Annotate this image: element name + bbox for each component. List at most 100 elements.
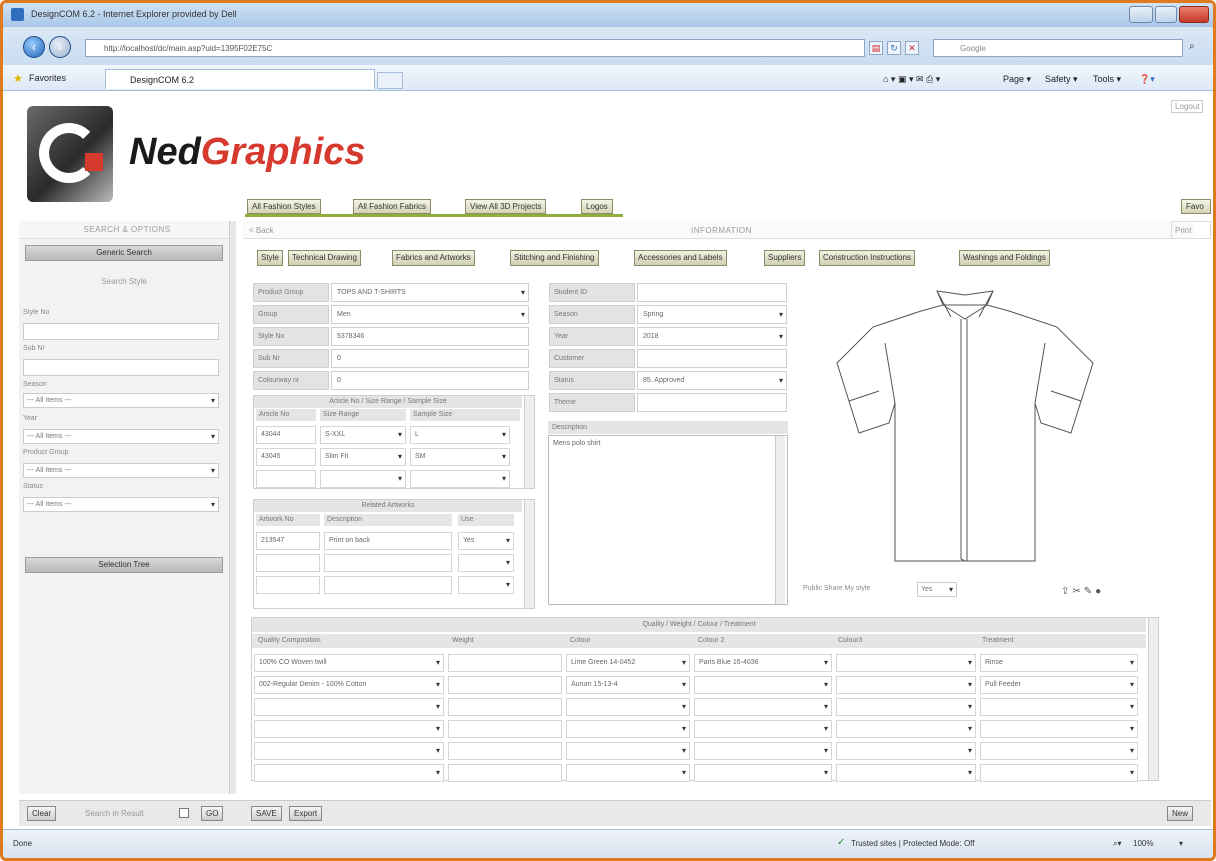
quality-grid-cell[interactable]: [448, 764, 562, 782]
minimize-button[interactable]: [1129, 6, 1153, 23]
quality-grid-cell[interactable]: ▾: [836, 698, 976, 716]
quality-grid-cell[interactable]: ▾: [836, 720, 976, 738]
save-button[interactable]: SAVE: [251, 806, 282, 821]
tab-construction-instructions[interactable]: Construction Instructions: [819, 250, 916, 266]
quality-grid-cell[interactable]: Pull Feeder ▾: [980, 676, 1138, 694]
favorites-label[interactable]: Favorites: [29, 73, 66, 83]
stop-icon[interactable]: ✕: [905, 41, 919, 55]
nav-favorites[interactable]: Favo: [1181, 199, 1211, 214]
clear-button[interactable]: Clear: [27, 806, 57, 821]
sidebar-scrollbar[interactable]: [229, 221, 236, 794]
browser-tab[interactable]: DesignCOM 6.2: [105, 69, 375, 89]
home-icon[interactable]: ⌂ ▾ ▣ ▾ ✉ ⎙ ▾: [883, 74, 940, 85]
quality-grid-cell[interactable]: ▾: [566, 720, 690, 738]
generic-search-button[interactable]: Generic Search: [25, 245, 223, 261]
quality-grid-cell[interactable]: ▾: [254, 698, 444, 716]
grid-cell[interactable]: [256, 576, 320, 594]
tab-technical-drawing[interactable]: Technical Drawing: [288, 250, 361, 266]
quality-grid-cell[interactable]: ▾: [836, 676, 976, 694]
quality-grid-cell[interactable]: ▾: [836, 654, 976, 672]
grid-cell[interactable]: Print on back: [324, 532, 452, 550]
new-button[interactable]: New: [1167, 806, 1194, 821]
grid-cell[interactable]: S-XXL ▾: [320, 426, 406, 444]
new-tab-button[interactable]: [377, 72, 403, 89]
season-field[interactable]: Spring ▾: [637, 305, 787, 324]
quality-grid-cell[interactable]: Paris Blue 16-4036 ▾: [694, 654, 832, 672]
page-menu[interactable]: Page ▾: [1003, 74, 1031, 85]
quality-grid-cell[interactable]: ▾: [566, 764, 690, 782]
nav-all-fashion-styles[interactable]: All Fashion Styles: [247, 199, 321, 214]
go-button[interactable]: GO: [201, 806, 224, 821]
quality-grid-cell[interactable]: 100% CO Woven twill ▾: [254, 654, 444, 672]
product-group-field[interactable]: TOPS AND T-SHIRTS ▾: [331, 283, 529, 302]
grid-cell[interactable]: ▾: [320, 470, 406, 488]
quality-grid-cell[interactable]: ▾: [254, 720, 444, 738]
grid-cell[interactable]: ▾: [458, 576, 514, 594]
forward-arrow-icon[interactable]: ›: [49, 36, 71, 58]
quality-grid-cell[interactable]: 002-Regular Denim - 100% Cotton ▾: [254, 676, 444, 694]
zoom-icon[interactable]: ⌕▾: [1113, 839, 1122, 849]
quality-grid-cell[interactable]: ▾: [254, 764, 444, 782]
quality-grid-cell[interactable]: Aurum 15-13-4 ▾: [566, 676, 690, 694]
search-icon[interactable]: ⌕: [1189, 41, 1195, 52]
cut-icon[interactable]: ✂: [1072, 586, 1083, 597]
nav-view-all-3d-projects[interactable]: View All 3D Projects: [465, 199, 547, 214]
quality-grid-cell[interactable]: ▾: [694, 676, 832, 694]
group-field[interactable]: Men ▾: [331, 305, 529, 324]
zoom-level[interactable]: 100%: [1133, 839, 1153, 848]
back-arrow-icon[interactable]: ‹: [23, 36, 45, 58]
compat-icon[interactable]: ▤: [869, 41, 883, 55]
tab-accessories-labels[interactable]: Accessories and Labels: [634, 250, 727, 266]
quality-grid-cell[interactable]: ▾: [980, 698, 1138, 716]
selection-tree-button[interactable]: Selection Tree: [25, 557, 223, 573]
grid-cell[interactable]: SM ▾: [410, 448, 510, 466]
tab-suppliers[interactable]: Suppliers: [764, 250, 806, 266]
quality-grid-cell[interactable]: [448, 654, 562, 672]
grid-cell[interactable]: Slim Fit ▾: [320, 448, 406, 466]
quality-grid-cell[interactable]: ▾: [694, 720, 832, 738]
tab-stitching-finishing[interactable]: Stitching and Finishing: [510, 250, 599, 266]
upload-icon[interactable]: ⇪: [1061, 586, 1072, 597]
tab-washings-foldings[interactable]: Washings and Foldings: [959, 250, 1050, 266]
tools-menu[interactable]: Tools ▾: [1093, 74, 1121, 85]
export-button[interactable]: Export: [289, 806, 323, 821]
quality-grid-cell[interactable]: ▾: [566, 742, 690, 760]
refresh-icon[interactable]: ↻: [887, 41, 901, 55]
back-link[interactable]: < Back: [249, 226, 274, 235]
quality-grid-cell[interactable]: [448, 720, 562, 738]
quality-grid-cell[interactable]: ▾: [836, 764, 976, 782]
maximize-button[interactable]: [1155, 6, 1177, 23]
print-link[interactable]: Print: [1171, 221, 1211, 239]
description-textarea[interactable]: Mens polo shirt: [548, 435, 788, 605]
customer-field[interactable]: [637, 349, 787, 368]
quality-grid-cell[interactable]: ▾: [694, 742, 832, 760]
grid-cell[interactable]: [324, 576, 452, 594]
search-input[interactable]: Google: [933, 39, 1183, 57]
close-button[interactable]: [1179, 6, 1209, 23]
quality-grid-cell[interactable]: ▾: [980, 742, 1138, 760]
quality-grid-cell[interactable]: Rinse ▾: [980, 654, 1138, 672]
quality-grid-cell[interactable]: ▾: [980, 764, 1138, 782]
grid-cell[interactable]: [324, 554, 452, 572]
grid-cell[interactable]: Yes ▾: [458, 532, 514, 550]
theme-field[interactable]: [637, 393, 787, 412]
student-id-field[interactable]: [637, 283, 787, 302]
quality-grid-cell[interactable]: Lime Green 14-0452 ▾: [566, 654, 690, 672]
public-share-select[interactable]: Yes ▾: [917, 582, 957, 597]
address-bar[interactable]: http://localhost/dc/main.asp?uid=1395F02…: [85, 39, 865, 57]
search-in-result-checkbox[interactable]: [179, 808, 189, 818]
grid-cell[interactable]: 213547: [256, 532, 320, 550]
year-select[interactable]: --- All Items --- ▾: [23, 429, 219, 444]
safety-menu[interactable]: Safety ▾: [1045, 74, 1078, 85]
grid-cell[interactable]: 43044: [256, 426, 316, 444]
grid-cell[interactable]: ▾: [410, 470, 510, 488]
season-select[interactable]: --- All Items --- ▾: [23, 393, 219, 408]
quality-grid-scrollbar[interactable]: [1148, 618, 1158, 780]
nav-logos[interactable]: Logos: [581, 199, 613, 214]
quality-grid-cell[interactable]: [448, 676, 562, 694]
quality-grid-cell[interactable]: [448, 742, 562, 760]
style-no-field[interactable]: 5378346: [331, 327, 529, 346]
sub-nr-input[interactable]: [23, 359, 219, 376]
delete-icon[interactable]: ●: [1095, 586, 1104, 597]
quality-grid-cell[interactable]: ▾: [694, 764, 832, 782]
